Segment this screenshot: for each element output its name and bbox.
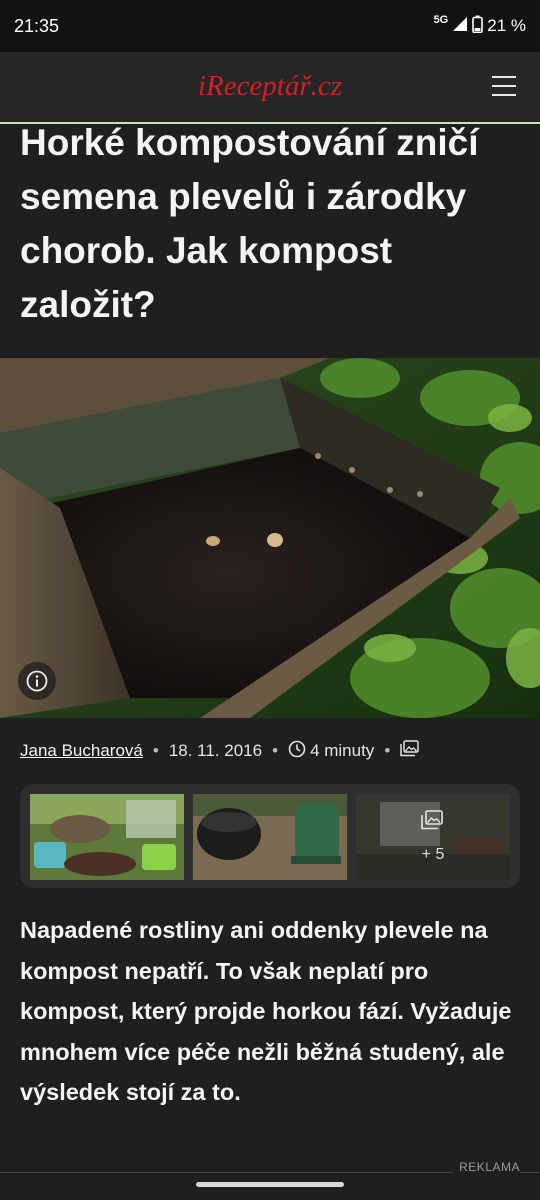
article-lead: Napadené rostliny ani oddenky plevele na… (20, 917, 512, 1105)
gallery-icon[interactable] (400, 740, 420, 762)
separator-dot: • (384, 741, 391, 760)
signal-icon (452, 16, 468, 37)
status-time: 21:35 (14, 15, 60, 36)
network-type: 5G (433, 14, 449, 26)
gallery-more-overlay (356, 794, 510, 880)
article-title: Horké kompostování zničí semena plevelů … (20, 122, 479, 325)
status-icons: 5G 21 % (433, 14, 526, 38)
publish-date: 18. 11. 2016 (168, 741, 263, 760)
separator-dot: • (272, 741, 279, 760)
hero-image[interactable] (0, 358, 540, 718)
gallery-thumb[interactable] (193, 794, 347, 880)
photo-gallery: + 5 (20, 784, 520, 888)
battery-percent: 21 % (487, 16, 526, 35)
ad-label: REKLAMA (453, 1160, 520, 1174)
article-meta: Jana Bucharová • 18. 11. 2016 • 4 minuty… (20, 736, 530, 766)
site-header: iReceptář.cz (0, 52, 540, 124)
home-indicator[interactable] (196, 1182, 344, 1187)
site-logo[interactable]: iReceptář.cz (0, 70, 540, 103)
author-link[interactable]: Jana Bucharová (20, 741, 143, 761)
hamburger-menu-icon[interactable] (492, 76, 516, 98)
battery-icon (472, 15, 484, 38)
read-time: 4 minuty (310, 741, 375, 760)
gallery-more-count: + 5 (421, 846, 445, 863)
separator-dot: • (152, 741, 159, 760)
gallery-more-icon (421, 810, 443, 834)
status-bar: 21:35 5G 21 % (0, 0, 540, 52)
gallery-thumb[interactable] (30, 794, 184, 880)
gallery-more[interactable]: + 5 (356, 794, 510, 880)
info-icon[interactable] (18, 662, 56, 700)
clock-icon (288, 740, 306, 763)
